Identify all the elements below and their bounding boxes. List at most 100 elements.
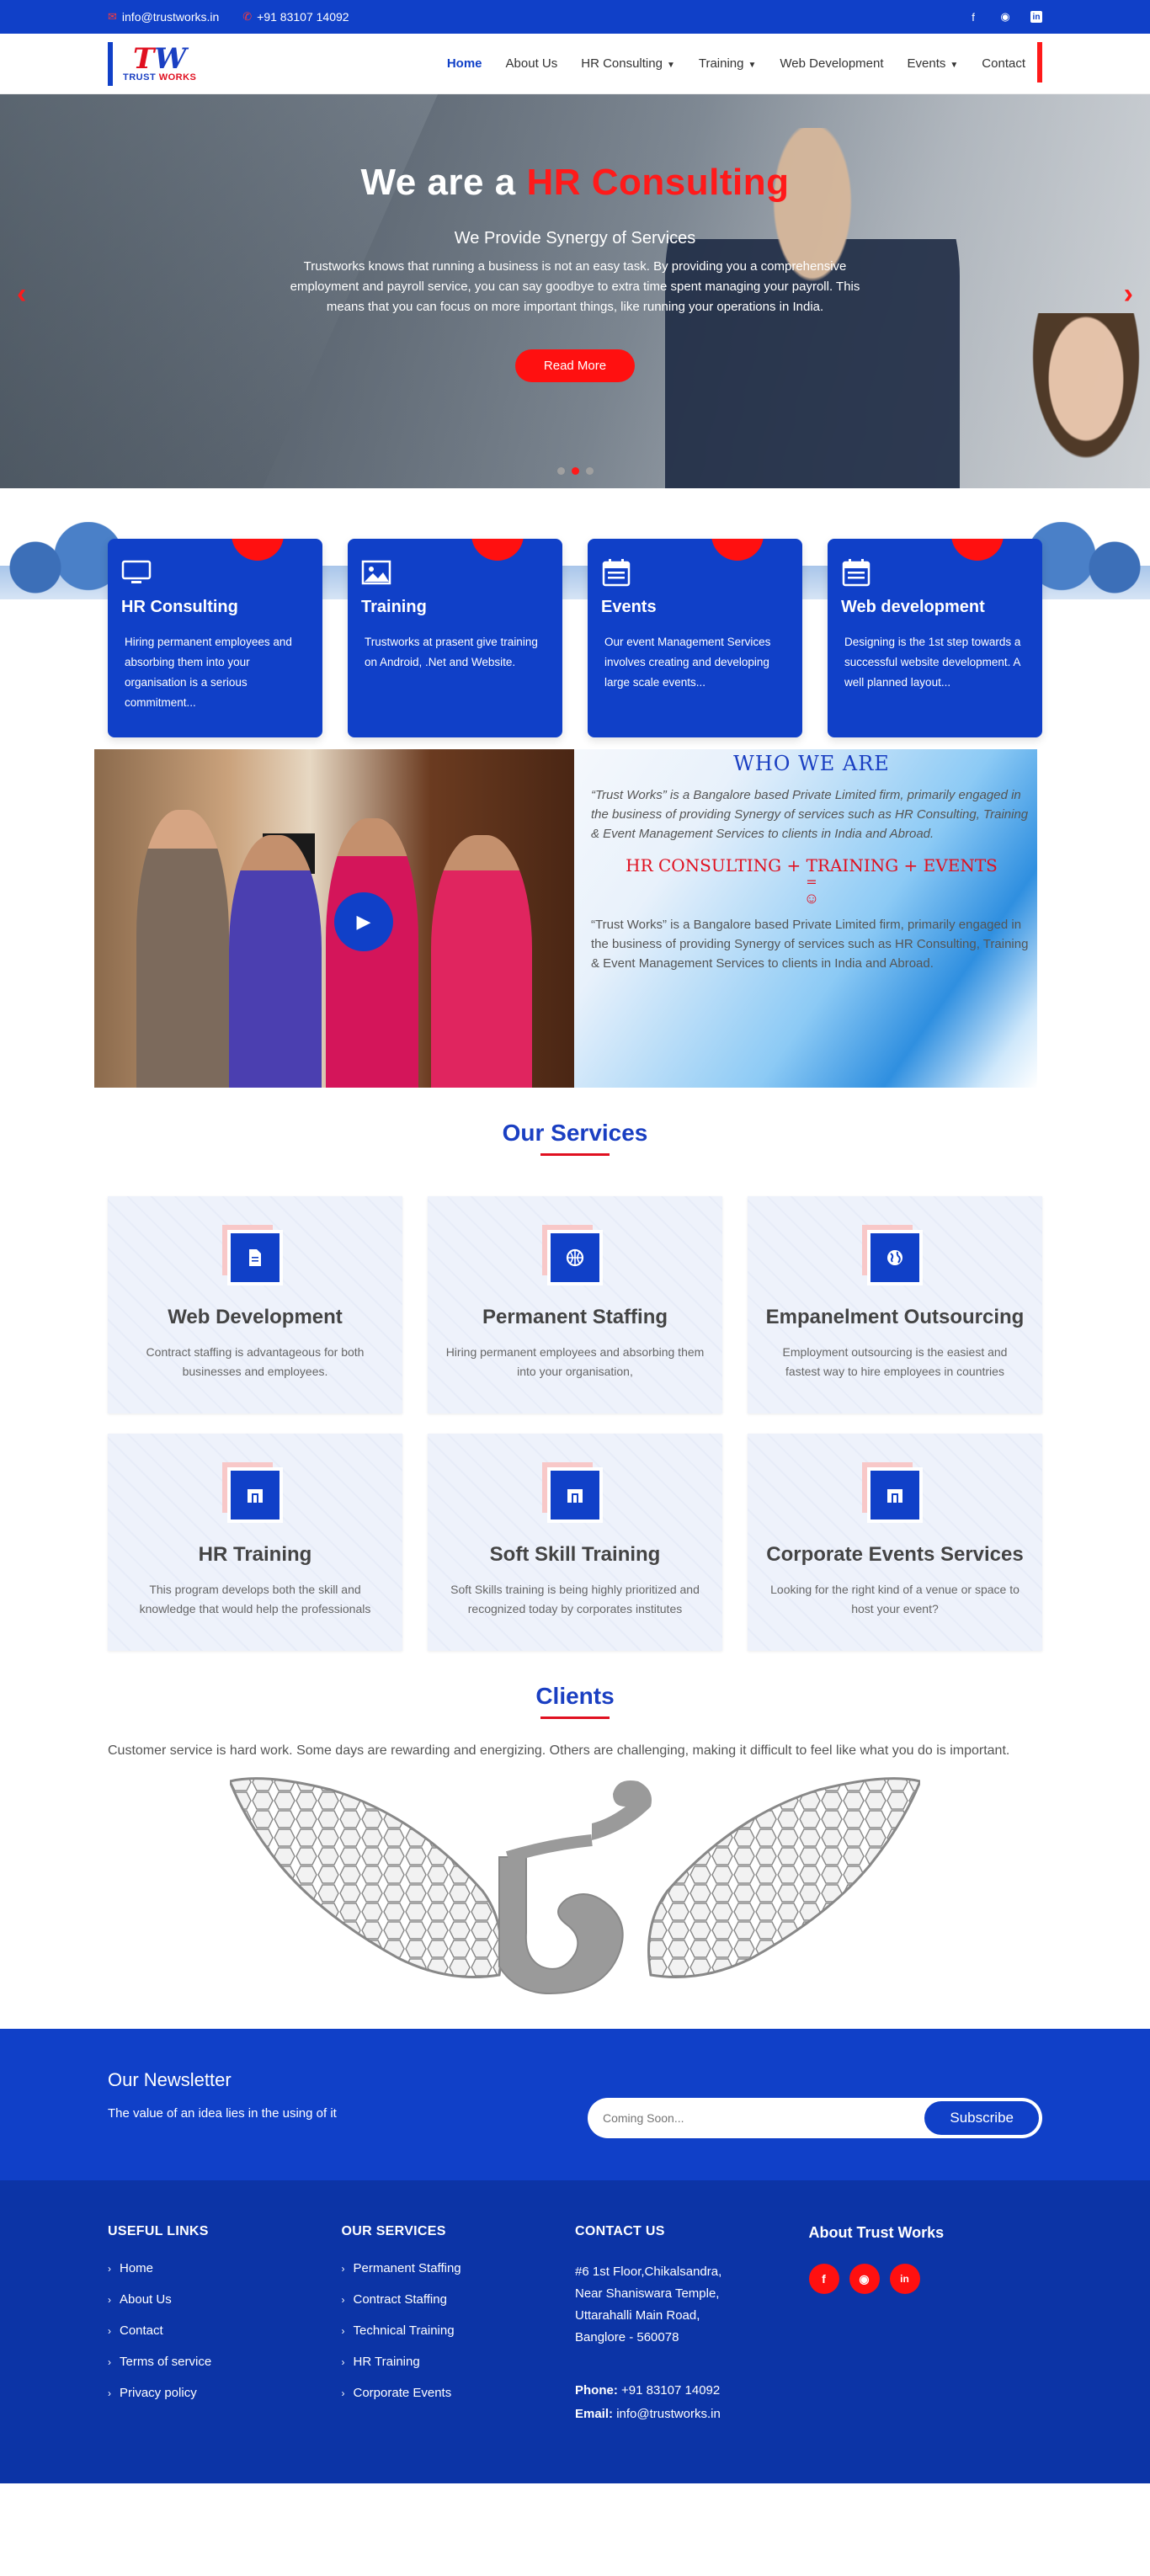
footer-link-label[interactable]: Permanent Staffing	[354, 2261, 461, 2275]
newsletter-email-input[interactable]	[603, 2111, 906, 2125]
nav-web-development[interactable]: Web Development	[780, 56, 883, 71]
nav-home-label[interactable]: Home	[447, 56, 482, 71]
footer-link[interactable]: › About Us	[108, 2292, 342, 2307]
service-title: Soft Skill Training	[489, 1543, 661, 1566]
photo-person	[229, 835, 322, 1088]
hero-body: Trustworks knows that running a business…	[290, 259, 860, 314]
footer-link-label[interactable]: Corporate Events	[354, 2386, 452, 2400]
top-phone-text[interactable]: +91 83107 14092	[257, 10, 349, 24]
address-line: Banglore - 560078	[575, 2330, 679, 2344]
facebook-icon[interactable]: f	[966, 10, 980, 24]
slider-dot[interactable]	[585, 467, 594, 475]
top-email[interactable]: ✉ info@trustworks.in	[108, 10, 219, 24]
nav-hr-consulting-label[interactable]: HR Consulting	[581, 56, 663, 71]
footer-link[interactable]: › Contact	[108, 2323, 342, 2338]
logo-mark-t: T	[132, 41, 155, 76]
footer-link-label[interactable]: Contact	[120, 2323, 163, 2338]
service-card-soft-skill-training[interactable]: Soft Skill Training Soft Skills training…	[428, 1434, 722, 1651]
footer-link-label[interactable]: Terms of service	[120, 2355, 211, 2369]
chevron-right-icon: ›	[108, 2325, 111, 2337]
service-card-permanent-staffing[interactable]: Permanent Staffing Hiring permanent empl…	[428, 1196, 722, 1413]
nav-contact[interactable]: Contact	[982, 56, 1025, 71]
footer-link-label[interactable]: Contract Staffing	[354, 2292, 447, 2307]
subscribe-button[interactable]: Subscribe	[924, 2101, 1039, 2135]
who-we-are-title: WHO WE ARE	[733, 752, 890, 775]
whatsapp-icon[interactable]: ◉	[998, 10, 1012, 24]
service-text: This program develops both the skill and…	[139, 1583, 371, 1615]
phone-value[interactable]: +91 83107 14092	[621, 2383, 720, 2398]
hero-content: We are a HR Consulting We Provide Synerg…	[0, 94, 1150, 382]
nav-events[interactable]: Events ▼	[908, 56, 959, 71]
footer-link[interactable]: › Privacy policy	[108, 2386, 342, 2400]
service-icon-box	[222, 1462, 283, 1523]
whatsapp-icon[interactable]: ◉	[849, 2264, 880, 2294]
service-title: HR Training	[198, 1543, 312, 1566]
linkedin-icon[interactable]: in	[889, 2264, 920, 2294]
service-card-empanelment-outsourcing[interactable]: Empanelment Outsourcing Employment outso…	[748, 1196, 1042, 1413]
footer-link[interactable]: › Corporate Events	[342, 2386, 576, 2400]
slider-prev-icon[interactable]: ‹	[17, 278, 26, 311]
slider-dot-active[interactable]	[571, 467, 579, 475]
footer-link-list: › Home › About Us › Contact › Terms of servi…	[108, 2261, 342, 2400]
who-we-are-section: ▶ WHO WE ARE “Trust Works” is a Bangalor…	[94, 749, 1037, 1088]
nav-hr-consulting[interactable]: HR Consulting ▼	[581, 56, 675, 71]
hero-subtitle: We Provide Synergy of Services	[454, 229, 696, 247]
footer-link[interactable]: › Technical Training	[342, 2323, 576, 2338]
footer-link[interactable]: › Terms of service	[108, 2355, 342, 2369]
service-card-web-development[interactable]: Web Development Contract staffing is adv…	[108, 1196, 402, 1413]
nav-web-development-label[interactable]: Web Development	[780, 56, 883, 71]
logo[interactable]: TW TRUST WORKS	[108, 41, 196, 86]
feature-card-events[interactable]: Events Our event Management Services inv…	[588, 539, 802, 737]
linkedin-icon[interactable]: in	[1030, 11, 1042, 23]
read-more-button[interactable]: Read More	[514, 349, 636, 382]
feature-card-hr-consulting[interactable]: HR Consulting Hiring permanent employees…	[108, 539, 322, 737]
feature-blob	[711, 539, 764, 561]
facebook-icon[interactable]: f	[808, 2264, 839, 2294]
email-value[interactable]: info@trustworks.in	[616, 2407, 721, 2421]
nav-about[interactable]: About Us	[506, 56, 558, 71]
service-title: Corporate Events Services	[766, 1543, 1024, 1566]
nav-contact-label[interactable]: Contact	[982, 56, 1025, 71]
footer-link[interactable]: › Contract Staffing	[342, 2292, 576, 2307]
calendar-icon	[601, 559, 631, 587]
feature-blob	[951, 539, 1004, 561]
address-line: #6 1st Floor,Chikalsandra,	[575, 2265, 722, 2279]
logo-text-works: WORKS	[158, 72, 197, 82]
logo-inner: TW TRUST WORKS	[123, 45, 196, 82]
feature-card-web-development[interactable]: Web development Designing is the 1st ste…	[828, 539, 1042, 737]
phone-label: Phone:	[575, 2383, 618, 2398]
footer-link[interactable]: › HR Training	[342, 2355, 576, 2369]
chevron-right-icon: ›	[108, 2387, 111, 2399]
play-video-button[interactable]: ▶	[334, 892, 393, 951]
footer-link-label[interactable]: Home	[120, 2261, 153, 2275]
footer-link-label[interactable]: Privacy policy	[120, 2386, 197, 2400]
slider-dot[interactable]	[556, 467, 565, 475]
nav-about-label[interactable]: About Us	[506, 56, 558, 71]
top-email-text[interactable]: info@trustworks.in	[122, 10, 219, 24]
nav-home[interactable]: Home	[447, 56, 482, 71]
service-title: Web Development	[168, 1306, 343, 1328]
feature-card-training[interactable]: Training Trustworks at prasent give trai…	[348, 539, 562, 737]
nav-events-label[interactable]: Events	[908, 56, 946, 71]
footer-link-label[interactable]: HR Training	[354, 2355, 420, 2369]
footer-link[interactable]: › Permanent Staffing	[342, 2261, 576, 2275]
top-phone[interactable]: ✆ +91 83107 14092	[242, 10, 349, 24]
photo-person	[136, 810, 229, 1088]
nav-training-label[interactable]: Training	[699, 56, 744, 71]
newsletter-text: The value of an idea lies in the using o…	[108, 2106, 337, 2121]
newsletter-title: Our Newsletter	[108, 2069, 232, 2090]
who-we-are-text: WHO WE ARE “Trust Works” is a Bangalore …	[574, 749, 1037, 1088]
newsletter-form: Subscribe	[588, 2098, 1042, 2138]
slider-next-icon[interactable]: ›	[1124, 278, 1133, 311]
newsletter-section: Our Newsletter The value of an idea lies…	[0, 2029, 1150, 2180]
feature-text: Our event Management Services involves c…	[604, 636, 771, 689]
footer-link[interactable]: › Home	[108, 2261, 342, 2275]
title-underline	[540, 1153, 610, 1156]
footer-link-label[interactable]: Technical Training	[354, 2323, 455, 2338]
footer-service-list: › Permanent Staffing › Contract Staffing ›…	[342, 2261, 576, 2400]
service-card-corporate-events[interactable]: Corporate Events Services Looking for th…	[748, 1434, 1042, 1651]
nav-training[interactable]: Training ▼	[699, 56, 757, 71]
footer-contact: CONTACT US #6 1st Floor,Chikalsandra, Ne…	[575, 2224, 809, 2483]
footer-link-label[interactable]: About Us	[120, 2292, 172, 2307]
service-card-hr-training[interactable]: HR Training This program develops both t…	[108, 1434, 402, 1651]
